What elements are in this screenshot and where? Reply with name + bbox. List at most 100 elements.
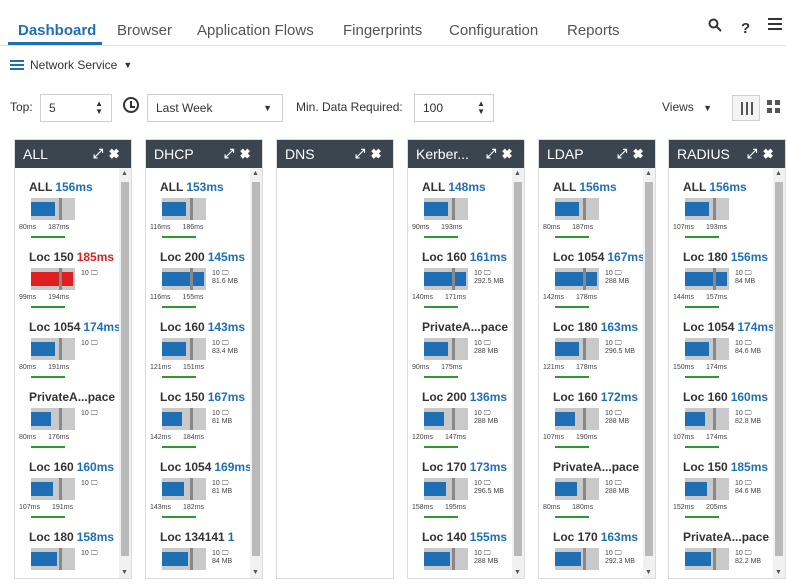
location-card[interactable]: Loc 1054 169ms 10 🖵 81 MB 143ms 182ms — [150, 452, 252, 522]
location-card[interactable]: Loc 160 160ms 10 🖵 107ms 191ms — [19, 452, 119, 522]
scroll-down-icon[interactable]: ▼ — [645, 569, 652, 576]
expand-icon[interactable]: ⤢ — [617, 146, 633, 161]
baseline-marker — [190, 198, 193, 220]
baseline-marker — [452, 408, 455, 430]
location-card[interactable]: ALL 156ms 80ms 187ms — [19, 172, 119, 242]
search-icon[interactable] — [708, 18, 722, 36]
scroll-up-icon[interactable]: ▲ — [775, 170, 782, 177]
response-bar — [555, 268, 599, 290]
network-service-selector[interactable]: Network Service ▼ — [10, 56, 132, 74]
column-scrollbar[interactable]: ▲ ▼ — [643, 168, 655, 578]
close-icon[interactable]: ✖ — [502, 146, 518, 161]
tab-configuration[interactable]: Configuration — [449, 22, 538, 39]
clock-icon — [123, 97, 139, 113]
location-card[interactable]: Loc 150 185ms 10 🖵 84.6 MB 152ms 205ms — [673, 452, 773, 522]
location-card[interactable]: Loc 150 167ms 10 🖵 81 MB 142ms 184ms — [150, 382, 250, 452]
tab-reports[interactable]: Reports — [567, 22, 620, 39]
tab-fingerprints[interactable]: Fingerprints — [343, 22, 422, 39]
scroll-down-icon[interactable]: ▼ — [252, 569, 259, 576]
location-meta: 10 🖵 288 MB — [605, 410, 629, 426]
location-card[interactable]: Loc 1054 174ms 10 🖵 80ms 191ms — [19, 312, 121, 382]
response-bar-fill — [162, 202, 186, 216]
column-view-icon[interactable] — [732, 95, 760, 121]
scroll-down-icon[interactable]: ▼ — [121, 569, 128, 576]
location-card[interactable]: Loc 170 163ms 10 🖵 292.3 MB — [543, 522, 643, 578]
location-card[interactable]: Loc 180 156ms 10 🖵 84 MB 144ms 157ms — [673, 242, 773, 312]
scroll-thumb[interactable] — [514, 182, 522, 556]
expand-icon[interactable]: ⤢ — [93, 146, 109, 161]
period-select[interactable]: Last Week ▼ — [147, 94, 283, 122]
data-volume: 84 MB — [212, 558, 233, 565]
response-range: 158ms 195ms — [412, 504, 466, 511]
scroll-thumb[interactable] — [775, 182, 783, 556]
location-card[interactable]: Loc 180 158ms 10 🖵 — [19, 522, 119, 578]
location-name: PrivateA...pace — [29, 390, 116, 404]
expand-icon[interactable]: ⤢ — [355, 146, 371, 161]
column-scrollbar[interactable]: ▲ ▼ — [773, 168, 785, 578]
scroll-thumb[interactable] — [645, 182, 653, 556]
location-title: ALL 156ms — [29, 180, 127, 194]
location-card[interactable]: Loc 160 172ms 10 🖵 288 MB 107ms 190ms — [543, 382, 643, 452]
range-max: 205ms — [706, 504, 728, 511]
scroll-up-icon[interactable]: ▲ — [514, 170, 521, 177]
location-card[interactable]: Loc 160 161ms 10 🖵 292.5 MB 140ms 171ms — [412, 242, 512, 312]
location-card[interactable]: ALL 153ms 116ms 186ms — [150, 172, 250, 242]
location-card[interactable]: ALL 148ms 90ms 193ms — [412, 172, 512, 242]
location-card[interactable]: Loc 170 173ms 10 🖵 296.5 MB 158ms 195ms — [412, 452, 512, 522]
column-title: Kerber... — [416, 146, 469, 162]
close-icon[interactable]: ✖ — [109, 146, 125, 161]
column-scrollbar[interactable]: ▲ ▼ — [512, 168, 524, 578]
expand-icon[interactable]: ⤢ — [486, 146, 502, 161]
tab-browser[interactable]: Browser — [117, 22, 172, 39]
location-card[interactable]: Loc 200 136ms 10 🖵 288 MB 120ms 147ms — [412, 382, 512, 452]
column-scrollbar[interactable]: ▲ ▼ — [250, 168, 262, 578]
location-card[interactable]: Loc 150 185ms 10 🖵 99ms 194ms — [19, 242, 119, 312]
scroll-down-icon[interactable]: ▼ — [514, 569, 521, 576]
stepper-arrows-icon[interactable]: ▲ ▼ — [95, 100, 103, 116]
scroll-thumb[interactable] — [121, 182, 129, 556]
location-card[interactable]: Loc 180 163ms 10 🖵 296.5 MB 121ms 178ms — [543, 312, 643, 382]
column-scrollbar[interactable]: ▲ ▼ — [119, 168, 131, 578]
scroll-thumb[interactable] — [252, 182, 260, 556]
location-card[interactable]: ALL 156ms 107ms 193ms — [673, 172, 773, 242]
stepper-arrows-icon[interactable]: ▲ ▼ — [477, 100, 485, 116]
scroll-up-icon[interactable]: ▲ — [121, 170, 128, 177]
expand-icon[interactable]: ⤢ — [224, 146, 240, 161]
location-name: Loc 1054 — [29, 320, 81, 334]
hamburger-menu-icon[interactable] — [768, 18, 782, 35]
close-icon[interactable]: ✖ — [240, 146, 256, 161]
close-icon[interactable]: ✖ — [633, 146, 649, 161]
location-card[interactable]: Loc 200 145ms 10 🖵 81.6 MB 116ms 155ms — [150, 242, 250, 312]
scroll-up-icon[interactable]: ▲ — [645, 170, 652, 177]
tab-dashboard[interactable]: Dashboard — [18, 22, 96, 39]
scroll-up-icon[interactable]: ▲ — [252, 170, 259, 177]
expand-icon[interactable]: ⤢ — [747, 146, 763, 161]
grid-view-icon[interactable] — [767, 100, 781, 114]
client-count: 10 🖵 — [474, 270, 491, 277]
location-card[interactable]: Loc 160 143ms 10 🖵 83.4 MB 121ms 151ms — [150, 312, 250, 382]
response-range: 80ms 187ms — [19, 224, 69, 231]
min-data-stepper[interactable]: 100 ▲ ▼ — [414, 94, 494, 122]
scroll-down-icon[interactable]: ▼ — [775, 569, 782, 576]
help-icon[interactable]: ? — [741, 20, 750, 37]
location-meta: 10 🖵 81 MB — [212, 480, 232, 496]
location-name: Loc 200 — [422, 390, 467, 404]
location-card[interactable]: ALL 156ms 80ms 187ms — [543, 172, 643, 242]
top-stepper[interactable]: 5 ▲ ▼ — [40, 94, 112, 122]
baseline-marker — [583, 268, 586, 290]
tab-application-flows[interactable]: Application Flows — [197, 22, 314, 39]
close-icon[interactable]: ✖ — [763, 146, 779, 161]
location-card[interactable]: PrivateA...pace 10 🖵 288 MB 80ms 180ms — [543, 452, 643, 522]
location-card[interactable]: Loc 1054 174ms 10 🖵 84.6 MB 150ms 174ms — [673, 312, 775, 382]
location-card[interactable]: Loc 160 160ms 10 🖵 82.8 MB 107ms 174ms — [673, 382, 773, 452]
location-card[interactable]: Loc 1054 167ms 10 🖵 288 MB 142ms 178ms — [543, 242, 645, 312]
location-card[interactable]: Loc 140 155ms 10 🖵 288 MB — [412, 522, 512, 578]
views-dropdown[interactable]: Views ▼ — [662, 100, 712, 128]
response-time: 156ms — [709, 180, 747, 194]
range-max: 157ms — [706, 294, 728, 301]
location-card[interactable]: PrivateA...pace 10 🖵 82.2 MB — [673, 522, 773, 578]
location-card[interactable]: PrivateA...pace 10 🖵 288 MB 90ms 175ms — [412, 312, 512, 382]
location-card[interactable]: Loc 134141 1 10 🖵 84 MB — [150, 522, 250, 578]
close-icon[interactable]: ✖ — [371, 146, 387, 161]
location-card[interactable]: PrivateA...pace 10 🖵 80ms 176ms — [19, 382, 119, 452]
